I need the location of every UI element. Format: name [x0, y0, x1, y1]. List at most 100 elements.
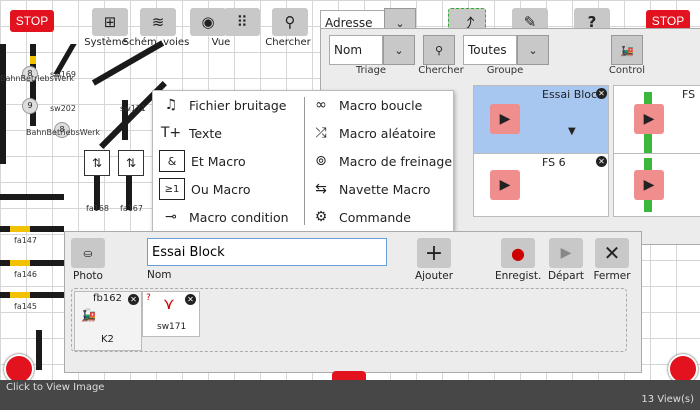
track-signal: [10, 226, 30, 232]
panel-search-label: Chercher: [418, 65, 464, 76]
macro-name-label: Nom: [147, 269, 172, 281]
add-button[interactable]: +: [417, 238, 451, 268]
and-macro-icon: &: [159, 150, 185, 172]
macro-card-title: FS: [682, 88, 696, 101]
add-element-menu: ♫ Fichier bruitage T+ Texte & Et Macro ≥…: [152, 90, 454, 232]
photo-icon: ⛀: [83, 246, 93, 260]
close-icon[interactable]: ✕: [596, 156, 607, 167]
macro-card[interactable]: ▶: [613, 153, 700, 217]
close-icon[interactable]: ✕: [128, 294, 139, 305]
close-button[interactable]: ✕: [595, 238, 629, 268]
triage-dropdown[interactable]: ⌄: [383, 35, 415, 65]
locomotive-icon: 🚂: [81, 308, 96, 322]
chercher-label: Chercher: [265, 37, 311, 48]
track-signal: [10, 260, 30, 266]
photo-button[interactable]: ⛀: [71, 238, 105, 268]
play-icon[interactable]: ▶: [634, 104, 664, 134]
locomotive-icon: 🚂: [620, 43, 634, 57]
layout-canvas[interactable]: 8 9 8 BahnBetriebsWerk BahnBetriebsWerk …: [0, 0, 700, 410]
signal-box[interactable]: ⇅: [118, 150, 144, 176]
track-signal: [10, 292, 30, 298]
menu-item-label: Macro de freinage: [339, 153, 453, 169]
panel-search-button[interactable]: ⚲: [423, 35, 455, 65]
step-id: sw171: [157, 322, 187, 332]
record-icon: ●: [511, 243, 525, 263]
macro-card[interactable]: Essai Block ▶ ▼ ✕: [473, 85, 609, 161]
switch-icon: ⋎: [163, 294, 175, 313]
sound-file-icon: ♫: [164, 97, 178, 113]
macro-step[interactable]: fb162 ✕ 🚂 K2: [74, 291, 142, 351]
keypad-button[interactable]: ⠿: [224, 8, 260, 36]
start-button[interactable]: ▶: [549, 238, 583, 268]
macro-step[interactable]: ? ⋎ ✕ sw171: [142, 291, 200, 337]
condition-icon: ⊸: [165, 209, 177, 225]
menu-item-macro-freinage[interactable]: ⊚ Macro de freinage: [309, 149, 452, 173]
clock-grid-icon: ⊞: [103, 13, 117, 31]
menu-item-label: Macro condition: [189, 209, 289, 225]
track-segment: [0, 194, 64, 200]
control-label: Control: [608, 65, 646, 76]
or-macro-icon: ≥1: [159, 178, 185, 200]
close-icon[interactable]: ✕: [596, 88, 607, 99]
menu-item-macro-aleatoire[interactable]: ⤮ Macro aléatoire: [309, 121, 435, 145]
chevron-down-icon: ⌄: [528, 43, 538, 57]
triage-value: Nom: [334, 43, 363, 57]
menu-item-et-macro[interactable]: & Et Macro: [159, 149, 246, 173]
step-sub: K2: [101, 334, 114, 345]
groupe-select[interactable]: Toutes: [463, 35, 517, 65]
add-label: Ajouter: [414, 270, 454, 282]
track-signal: [30, 56, 36, 64]
stop-button[interactable]: STOP: [10, 10, 54, 32]
groupe-value: Toutes: [468, 43, 507, 57]
control-button[interactable]: 🚂: [611, 35, 643, 65]
shuffle-icon: ⤮: [315, 125, 327, 141]
groupe-dropdown[interactable]: ⌄: [517, 35, 549, 65]
macro-steps-area[interactable]: fb162 ✕ 🚂 K2 ? ⋎ ✕ sw171: [71, 288, 627, 352]
feedback-label: fa167: [120, 204, 143, 213]
menu-item-label: Commande: [339, 209, 411, 225]
macro-card[interactable]: FS 6 ▶ ✕: [473, 153, 609, 217]
close-label: Fermer: [593, 270, 631, 282]
menu-item-fichier-bruitage[interactable]: ♫ Fichier bruitage: [159, 93, 287, 117]
macro-name-input[interactable]: [147, 238, 387, 266]
close-icon: ✕: [603, 241, 621, 265]
search-icon: ⚲: [284, 13, 296, 31]
text-icon: T+: [160, 125, 182, 141]
macro-card-title: Essai Block: [542, 88, 604, 101]
triage-select[interactable]: Nom: [329, 35, 383, 65]
status-right: 13 View(s): [641, 394, 694, 405]
groupe-label: Groupe: [486, 65, 524, 76]
menu-item-macro-condition[interactable]: ⊸ Macro condition: [159, 205, 289, 229]
play-icon[interactable]: ▶: [634, 170, 664, 200]
macro-editor: ⛀ Photo Nom + Ajouter ● Enregist. ▶ Dépa…: [64, 231, 642, 373]
vue-button[interactable]: ◉: [190, 8, 226, 36]
gears-icon: ⚙: [314, 209, 328, 225]
play-icon[interactable]: ▶: [490, 104, 520, 134]
triage-label: Triage: [355, 65, 387, 76]
menu-item-texte[interactable]: T+ Texte: [159, 121, 222, 145]
switch-label: sw202: [50, 104, 76, 113]
loop-icon: ∞: [315, 97, 327, 113]
photo-label: Photo: [73, 270, 103, 282]
keypad-icon: ⠿: [236, 13, 248, 31]
search-icon: ⚲: [434, 43, 444, 57]
menu-item-commande[interactable]: ⚙ Commande: [309, 205, 411, 229]
menu-item-navette-macro[interactable]: ⇆ Navette Macro: [309, 177, 430, 201]
status-left[interactable]: Click to View Image: [6, 382, 104, 393]
schem-button[interactable]: ≋: [140, 8, 176, 36]
record-label: Enregist.: [495, 270, 542, 282]
track-plan-icon: ≋: [151, 13, 165, 31]
chercher-button[interactable]: ⚲: [272, 8, 308, 36]
close-icon[interactable]: ✕: [185, 294, 196, 305]
chevron-down-icon: ⌄: [394, 43, 404, 57]
macro-card-title: FS 6: [542, 156, 566, 169]
play-icon[interactable]: ▶: [490, 170, 520, 200]
systeme-button[interactable]: ⊞: [92, 8, 128, 36]
record-button[interactable]: ●: [501, 238, 535, 268]
menu-item-ou-macro[interactable]: ≥1 Ou Macro: [159, 177, 251, 201]
turntable-number: 9: [22, 98, 38, 114]
signal-box[interactable]: ⇅: [84, 150, 110, 176]
feedback-label: fa145: [14, 302, 37, 311]
macro-card[interactable]: FS ▶: [613, 85, 700, 161]
menu-item-macro-boucle[interactable]: ∞ Macro boucle: [309, 93, 422, 117]
